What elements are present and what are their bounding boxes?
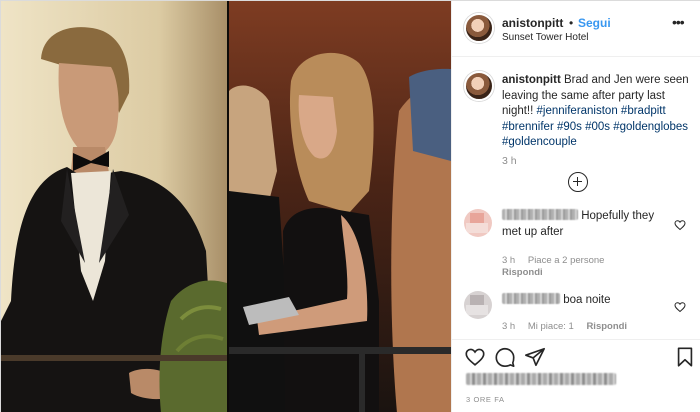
follow-button[interactable]: Segui [578,16,611,30]
caption-username[interactable]: anistonpitt [502,74,561,86]
comment-icon[interactable] [494,346,516,368]
separator-dot: • [569,16,574,30]
caption-text-block: anistonpitt Brad and Jen were seen leavi… [502,73,690,151]
comment-time: 3 h [502,255,516,266]
post-header: anistonpitt • Segui Sunset Tower Hotel •… [452,1,700,57]
author-username[interactable]: anistonpitt [502,16,563,30]
comment-body: boa noite [563,294,611,306]
commenter-avatar[interactable] [464,209,492,237]
comment-meta: 3 h Mi piace: 1 Rispondi [502,321,637,332]
comment-like-heart-icon[interactable] [674,219,686,231]
comment-reply-button[interactable]: Rispondi [586,321,627,332]
load-more-comments-button[interactable] [568,172,588,192]
likes-count-blurred[interactable] [466,373,616,385]
post-time-ago[interactable]: 3 ORE FA [466,395,505,404]
comment-text-block: Hopefully they met up after [502,209,667,240]
paper-plane-icon[interactable] [524,346,546,368]
post-actions-bar: 3 ORE FA [452,339,700,412]
heart-icon[interactable] [464,346,486,368]
comment-text-block: boa noite [502,293,667,309]
comment-like-heart-icon[interactable] [674,301,686,313]
caption-timestamp: 3 h [502,155,517,167]
post-location[interactable]: Sunset Tower Hotel [502,32,589,43]
photo-right-woman-in-black [229,1,451,412]
commenter-username-blurred[interactable] [502,209,578,220]
author-avatar[interactable] [464,13,494,43]
bookmark-icon[interactable] [674,346,696,368]
commenter-username-blurred[interactable] [502,293,560,304]
comment-meta: 3 h Piace a 2 persone [502,255,614,266]
instagram-post: anistonpitt • Segui Sunset Tower Hotel •… [0,0,700,412]
commenter-avatar[interactable] [464,291,492,319]
post-photo[interactable] [1,1,451,412]
caption-author-avatar[interactable] [464,71,494,101]
comment-time: 3 h [502,321,516,332]
more-horizontal-icon[interactable]: ••• [672,14,692,30]
comment-likes[interactable]: Mi piace: 1 [528,321,574,332]
photo-left-man-in-tuxedo [1,1,227,412]
comment-reply-button[interactable]: Rispondi [502,267,543,278]
comment-likes[interactable]: Piace a 2 persone [528,255,605,266]
post-side-panel: anistonpitt • Segui Sunset Tower Hotel •… [451,1,700,412]
